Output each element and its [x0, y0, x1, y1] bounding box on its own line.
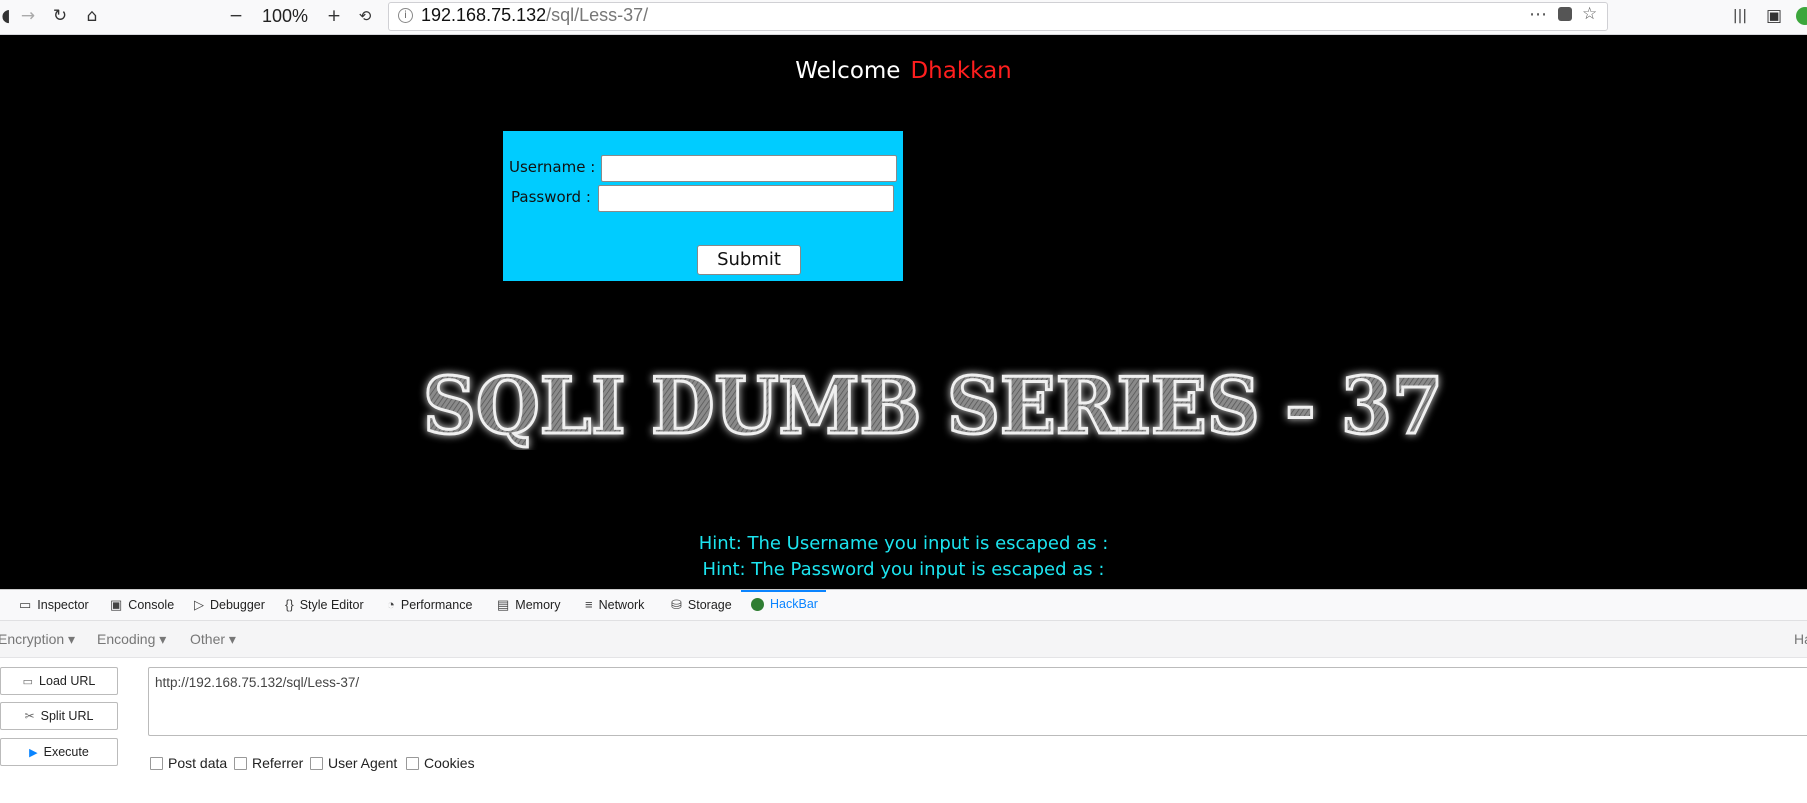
button-label: Split URL	[40, 709, 94, 723]
style-editor-icon: {}	[285, 597, 294, 612]
hint-password: Hint: The Password you input is escaped …	[702, 559, 1105, 580]
page-content: Welcome Dhakkan Username : Password : Sub…	[0, 35, 1807, 589]
debugger-icon: ▷	[194, 597, 204, 612]
checkbox-box[interactable]	[406, 756, 419, 770]
dropdown-caret-icon: ▾	[159, 631, 167, 647]
welcome-heading: Welcome Dhakkan	[0, 58, 1807, 84]
button-label: Load URL	[39, 674, 96, 688]
url-text: 192.168.75.132/sql/Less-37/	[421, 5, 648, 26]
browser-toolbar: ◖ → ↻ ⌂ − 100% + ⟲ i 192.168.75.132/sql/…	[0, 0, 1807, 35]
tab-style-editor[interactable]: {} Style Editor	[285, 597, 364, 612]
menu-label: Encryption	[0, 631, 65, 647]
banner-text: SQLI DUMB SERIES - 37	[423, 361, 1443, 450]
tab-performance[interactable]: ◔ Performance	[387, 597, 472, 612]
menu-label: Other	[190, 631, 226, 647]
history-icon[interactable]: ⟲	[353, 4, 377, 28]
url-bar[interactable]: i 192.168.75.132/sql/Less-37/ ⋯ ☆	[388, 2, 1608, 31]
tab-label: Storage	[687, 598, 732, 612]
play-icon: ▶	[29, 746, 38, 759]
url-path: /sql/Less-37/	[546, 5, 649, 25]
performance-icon: ◔	[387, 597, 395, 612]
button-label: Execute	[43, 745, 89, 759]
tab-label: HackBar	[770, 597, 818, 611]
tab-debugger[interactable]: ▷ Debugger	[194, 597, 265, 613]
tab-network[interactable]: ≡ Network	[585, 597, 644, 612]
sqli-series-banner: SQLI DUMB SERIES - 37	[422, 360, 1445, 450]
welcome-label: Welcome	[795, 58, 901, 84]
hackbar-menubar: Encryption ▾ Encoding ▾ Other ▾ Ha	[0, 621, 1807, 658]
checkbox-label: Post data	[168, 755, 228, 771]
checkbox-box[interactable]	[310, 756, 323, 770]
submit-button[interactable]: Submit	[697, 245, 801, 275]
split-url-button[interactable]: ✂ Split URL	[0, 702, 118, 730]
network-icon: ≡	[585, 597, 593, 612]
checkbox-box[interactable]	[234, 756, 247, 770]
checkbox-referrer[interactable]: Referrer	[234, 755, 303, 771]
bookmark-star-icon[interactable]: ☆	[1582, 4, 1597, 24]
tab-label: Network	[598, 597, 645, 612]
home-icon[interactable]: ⌂	[80, 4, 104, 28]
sidebar-icon[interactable]: ▣	[1762, 4, 1786, 28]
username-label: Username :	[509, 158, 596, 176]
more-actions-icon[interactable]: ⋯	[1529, 4, 1547, 25]
zoom-out-icon[interactable]: −	[224, 4, 248, 28]
menu-label: Encoding	[97, 631, 156, 647]
password-label: Password :	[511, 188, 591, 206]
tab-label: Performance	[400, 597, 473, 612]
active-tab-indicator	[741, 590, 826, 592]
scissors-icon: ✂	[24, 709, 35, 723]
hint-username: Hint: The Username you input is escaped …	[698, 533, 1109, 554]
checkbox-label: Cookies	[424, 755, 475, 771]
checkbox-label: User Agent	[328, 755, 398, 771]
pocket-icon[interactable]	[1558, 7, 1572, 21]
zoom-in-icon[interactable]: +	[322, 4, 346, 28]
url-host: 192.168.75.132	[421, 5, 547, 25]
menu-partial[interactable]: Ha	[1794, 631, 1807, 647]
hackbar-url-textarea[interactable]: http://192.168.75.132/sql/Less-37/	[148, 667, 1807, 736]
tab-console[interactable]: ▣ Console	[110, 597, 174, 613]
tab-label: Memory	[515, 598, 561, 612]
console-icon: ▣	[110, 597, 123, 612]
extension-icon[interactable]	[1796, 7, 1807, 25]
tab-label: Console	[128, 598, 175, 612]
zoom-level[interactable]: 100%	[262, 6, 308, 27]
menu-encoding[interactable]: Encoding ▾	[97, 631, 166, 648]
forward-icon[interactable]: →	[16, 4, 40, 28]
load-url-icon: ▭	[22, 675, 34, 688]
checkbox-cookies[interactable]: Cookies	[406, 755, 475, 771]
dropdown-caret-icon: ▾	[68, 631, 76, 647]
menu-encryption[interactable]: Encryption ▾	[0, 631, 75, 648]
inspector-icon: ▭	[19, 597, 32, 612]
devtools-tabbar: ▭ Inspector ▣ Console ▷ Debugger {} Style Ed…	[0, 590, 1807, 621]
storage-icon: ⛁	[671, 597, 682, 612]
memory-icon: ▤	[497, 597, 510, 612]
load-url-button[interactable]: ▭ Load URL	[0, 667, 118, 695]
checkbox-user-agent[interactable]: User Agent	[310, 755, 397, 771]
execute-button[interactable]: ▶ Execute	[0, 738, 118, 766]
checkbox-label: Referrer	[252, 755, 304, 771]
hackbar-icon	[751, 597, 764, 611]
checkbox-box[interactable]	[150, 756, 163, 770]
welcome-name: Dhakkan	[910, 58, 1012, 84]
password-input[interactable]	[598, 185, 894, 212]
menu-other[interactable]: Other ▾	[190, 631, 236, 648]
devtools-panel: ▭ Inspector ▣ Console ▷ Debugger {} Style Ed…	[0, 589, 1807, 803]
username-input[interactable]	[601, 155, 897, 182]
dropdown-caret-icon: ▾	[228, 631, 236, 647]
tab-inspector[interactable]: ▭ Inspector	[19, 597, 89, 613]
login-form: Username : Password : Submit	[503, 131, 903, 281]
reload-icon[interactable]: ↻	[48, 4, 72, 28]
tab-memory[interactable]: ▤ Memory	[497, 597, 560, 613]
library-icon[interactable]: |||	[1728, 4, 1752, 28]
checkbox-post-data[interactable]: Post data	[150, 755, 227, 771]
tab-label: Inspector	[37, 598, 89, 612]
tab-hackbar[interactable]: HackBar	[751, 597, 818, 611]
tab-label: Debugger	[210, 598, 265, 612]
info-icon[interactable]: i	[398, 8, 413, 23]
tab-storage[interactable]: ⛁ Storage	[671, 597, 732, 613]
tab-label: Style Editor	[299, 597, 364, 612]
